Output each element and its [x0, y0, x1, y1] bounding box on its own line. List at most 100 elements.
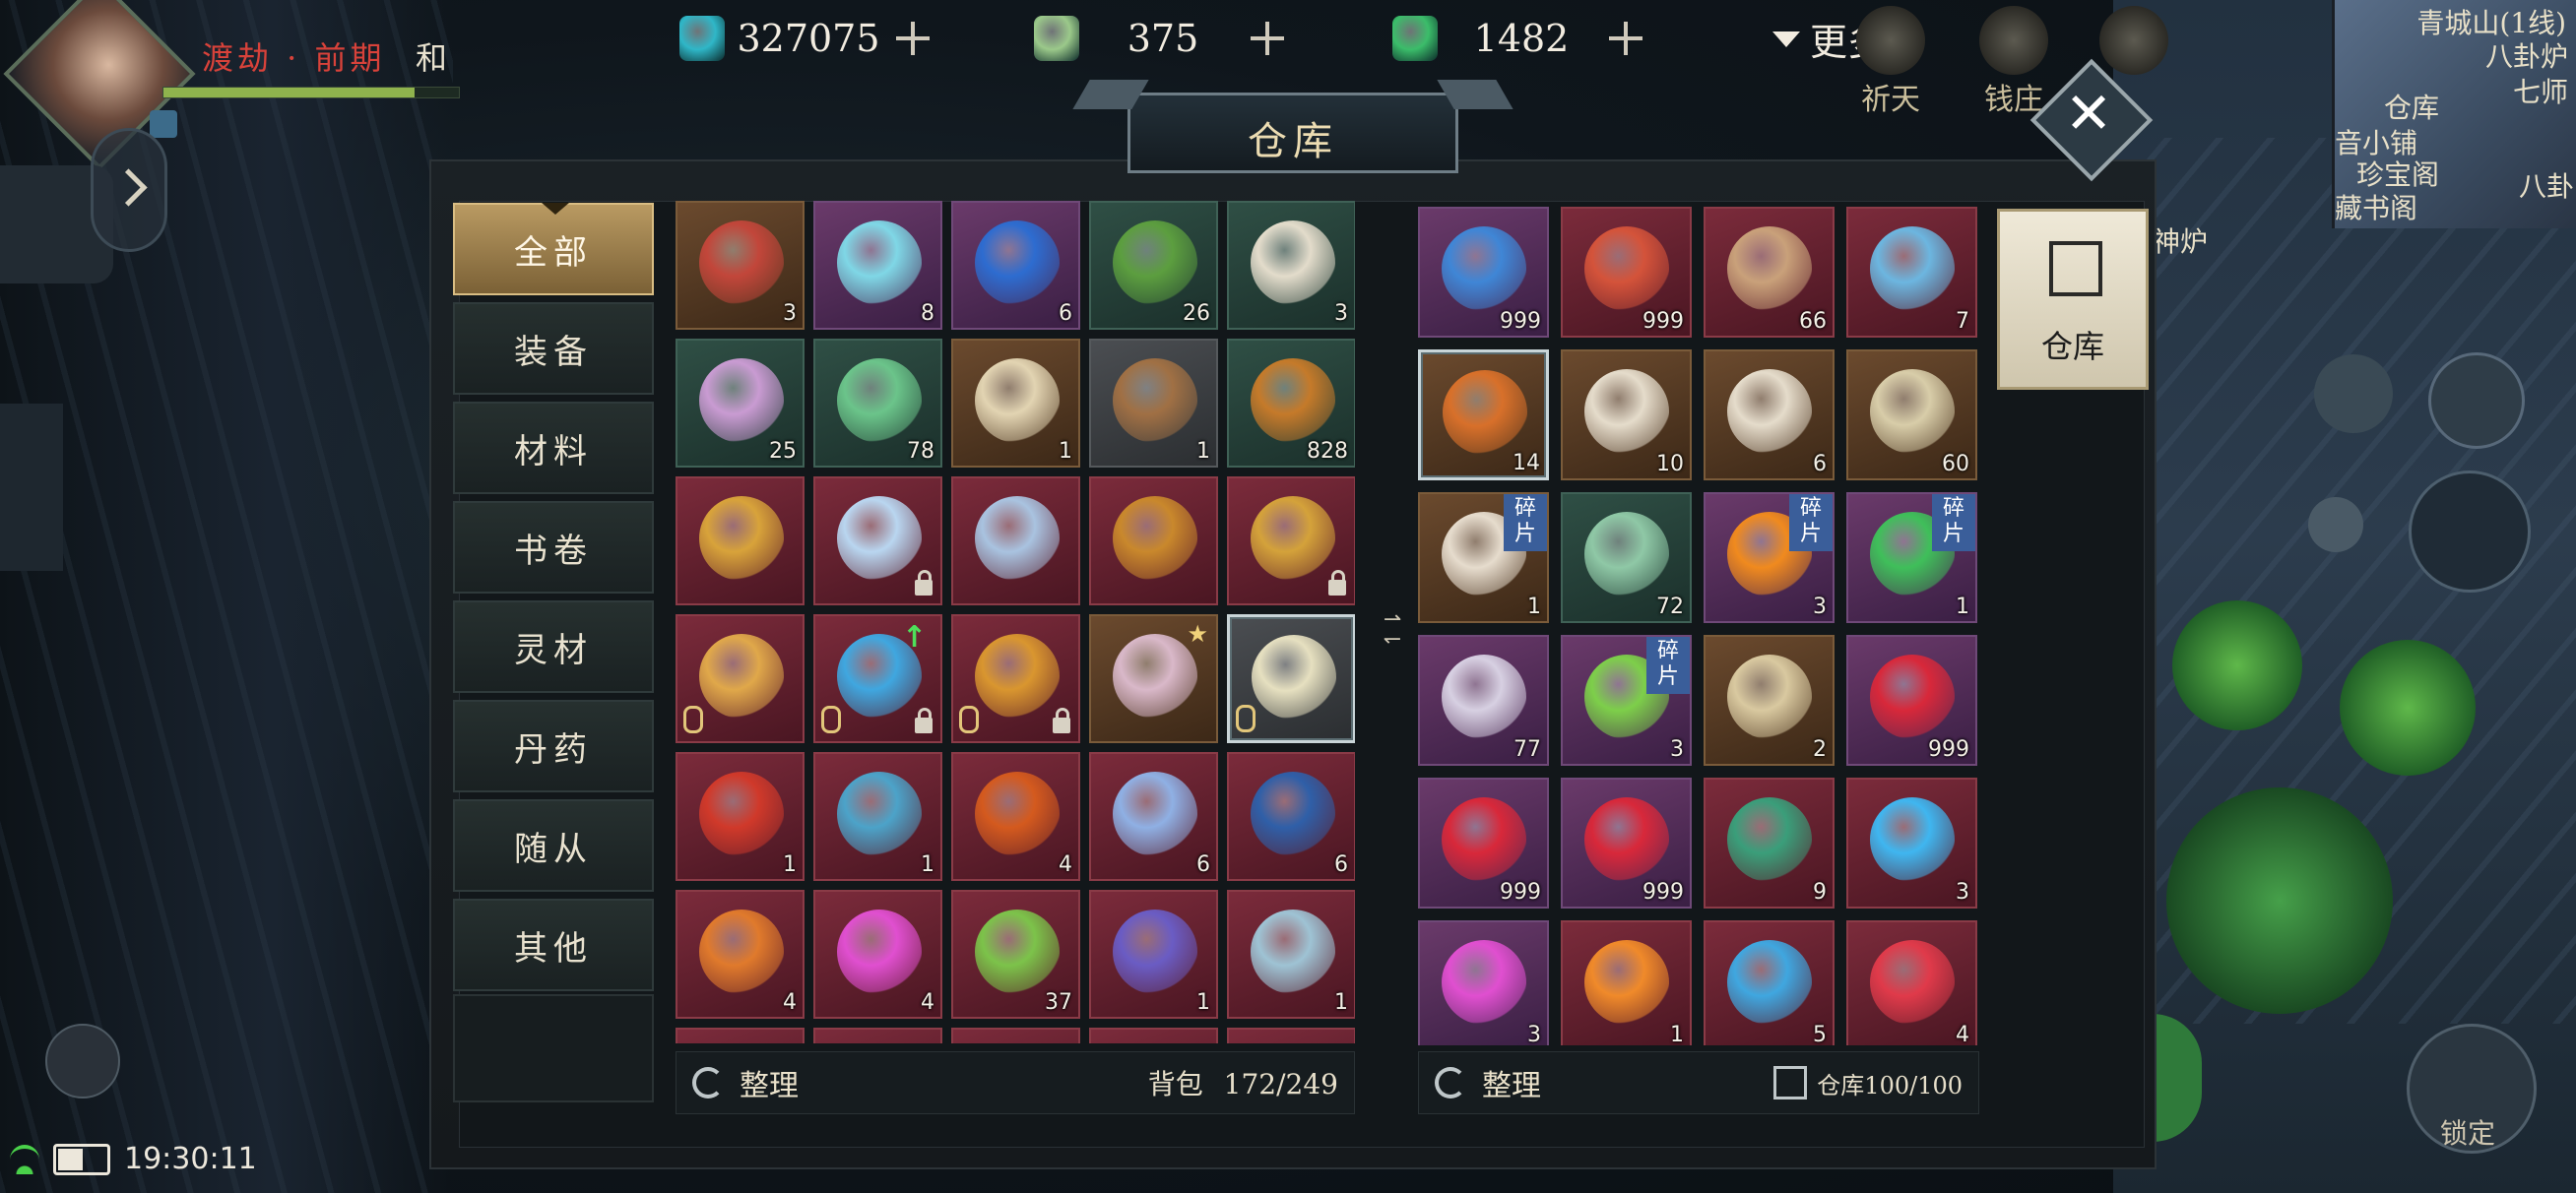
bag-slot[interactable]: 1: [813, 752, 942, 881]
tab-3[interactable]: 书卷: [453, 501, 654, 594]
warehouse-slot[interactable]: 4: [1846, 920, 1977, 1045]
bag-slot[interactable]: 1: [951, 339, 1080, 468]
red-crystal-cluster-icon: [1584, 226, 1669, 311]
add-tablet-button[interactable]: [1247, 18, 1288, 59]
bag-slot[interactable]: 3: [676, 201, 805, 330]
warehouse-slot[interactable]: 碎片 3: [1561, 635, 1692, 766]
warehouse-slot[interactable]: 77: [1418, 635, 1549, 766]
item-count: 8: [921, 301, 934, 326]
bag-slot[interactable]: [813, 1028, 942, 1043]
warehouse-slot[interactable]: 3: [1418, 920, 1549, 1045]
tab-2[interactable]: 材料: [453, 402, 654, 494]
warehouse-slot[interactable]: 碎片 1: [1846, 492, 1977, 623]
item-count: 6: [1334, 852, 1348, 877]
bag-slot[interactable]: ↑: [813, 614, 942, 743]
expand-chat-button[interactable]: [91, 128, 167, 252]
item-count: 3: [1334, 301, 1348, 326]
bag-slot[interactable]: 1: [676, 752, 805, 881]
warehouse-side-tab[interactable]: 仓库: [1997, 209, 2149, 390]
bag-slot[interactable]: 8: [813, 201, 942, 330]
warehouse-slot[interactable]: 999: [1561, 207, 1692, 338]
add-jade-button[interactable]: [1605, 18, 1646, 59]
bag-slot[interactable]: [1227, 614, 1355, 743]
bag-slot[interactable]: 4: [676, 890, 805, 1019]
bag-slot[interactable]: 3: [1227, 201, 1355, 330]
bag-slot[interactable]: 828: [1227, 339, 1355, 468]
warehouse-slot[interactable]: 7: [1846, 207, 1977, 338]
bag-slot[interactable]: [676, 476, 805, 605]
warehouse-slot[interactable]: 72: [1561, 492, 1692, 623]
item-count: 999: [1500, 309, 1541, 334]
bag-slot[interactable]: [1089, 1028, 1218, 1043]
swirl-skill-icon[interactable]: [2428, 352, 2525, 449]
skill-button-2[interactable]: [2340, 640, 2476, 776]
item-count: 3: [1527, 1023, 1541, 1045]
bag-sort-button[interactable]: 整理: [692, 1061, 799, 1104]
bag-slot[interactable]: 78: [813, 339, 942, 468]
bag-slot[interactable]: 6: [1089, 752, 1218, 881]
warehouse-slot[interactable]: 碎片 1: [1418, 492, 1549, 623]
arrow-left-icon[interactable]: [2308, 497, 2363, 552]
bag-slot[interactable]: 26: [1089, 201, 1218, 330]
bag-slot[interactable]: [1227, 1028, 1355, 1043]
bag-slot[interactable]: 1: [1227, 890, 1355, 1019]
bag-slot[interactable]: 1: [1089, 890, 1218, 1019]
warehouse-slot[interactable]: 2: [1704, 635, 1835, 766]
bag-slot[interactable]: [676, 1028, 805, 1043]
bag-slot[interactable]: [951, 614, 1080, 743]
tab-4[interactable]: 灵材: [453, 600, 654, 693]
warehouse-slot[interactable]: 999: [1846, 635, 1977, 766]
skill-button-1[interactable]: [2172, 600, 2302, 730]
bag-slot[interactable]: [951, 1028, 1080, 1043]
buff-icon[interactable]: [150, 110, 177, 138]
bag-slot[interactable]: 6: [1227, 752, 1355, 881]
add-crystal-button[interactable]: [892, 18, 934, 59]
warehouse-slot[interactable]: 5: [1704, 920, 1835, 1045]
bag-slot[interactable]: 4: [813, 890, 942, 1019]
bag-slot[interactable]: [951, 476, 1080, 605]
bag-slot[interactable]: ★: [1089, 614, 1218, 743]
attack-fan-button[interactable]: [2166, 787, 2393, 1014]
warehouse-slot[interactable]: 1: [1561, 920, 1692, 1045]
item-count: 1: [921, 852, 934, 877]
close-icon[interactable]: ✕: [2061, 83, 2116, 144]
warehouse-slot[interactable]: 10: [1561, 349, 1692, 480]
warehouse-slot[interactable]: 6: [1704, 349, 1835, 480]
warehouse-slot[interactable]: 999: [1561, 778, 1692, 909]
bag-slot[interactable]: 4: [951, 752, 1080, 881]
warehouse-slot[interactable]: 66: [1704, 207, 1835, 338]
warehouse-slot[interactable]: 9: [1704, 778, 1835, 909]
bag-capacity-value: 172/249: [1223, 1068, 1338, 1100]
warehouse-footer: 整理 仓库100/100: [1418, 1051, 1979, 1114]
bag-slot[interactable]: [676, 614, 805, 743]
bag-slot[interactable]: 1: [1089, 339, 1218, 468]
bag-slot[interactable]: 37: [951, 890, 1080, 1019]
bag-slot[interactable]: 25: [676, 339, 805, 468]
pouch-icon[interactable]: [2314, 354, 2393, 433]
blue-potion-icon: [1727, 940, 1812, 1025]
tab-6[interactable]: 随从: [453, 799, 654, 892]
tab-1[interactable]: 装备: [453, 302, 654, 395]
paper-sheets-icon: [1251, 220, 1335, 305]
mount-icon[interactable]: [45, 1024, 120, 1099]
flag-icon[interactable]: [0, 404, 63, 571]
warehouse-slot[interactable]: 14: [1418, 349, 1549, 480]
pray-button[interactable]: 祈天: [1836, 0, 1945, 117]
red-potion-icon: [1870, 940, 1955, 1025]
warehouse-sort-button[interactable]: 整理: [1435, 1061, 1541, 1104]
bag-slot[interactable]: [813, 476, 942, 605]
tab-7[interactable]: 其他: [453, 899, 654, 991]
bag-slot[interactable]: 6: [951, 201, 1080, 330]
warehouse-slot[interactable]: 999: [1418, 207, 1549, 338]
warehouse-slot[interactable]: 60: [1846, 349, 1977, 480]
warehouse-slot[interactable]: 碎片 3: [1704, 492, 1835, 623]
minimap[interactable]: 青城山(1线) 八卦炉 七师 仓库 音小铺 珍宝阁 藏书阁 八卦: [2332, 0, 2576, 228]
tab-0[interactable]: 全部: [453, 203, 654, 295]
warehouse-slot[interactable]: 999: [1418, 778, 1549, 909]
taichi-icon[interactable]: [2409, 471, 2531, 593]
bag-slot[interactable]: [1089, 476, 1218, 605]
tab-5[interactable]: 丹药: [453, 700, 654, 792]
bag-slot[interactable]: [1227, 476, 1355, 605]
pk-mode-selector[interactable]: 和: [416, 33, 447, 79]
warehouse-slot[interactable]: 3: [1846, 778, 1977, 909]
